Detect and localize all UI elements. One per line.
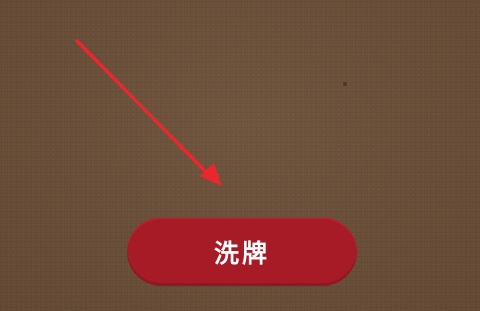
table-speck	[343, 82, 347, 86]
shuffle-button[interactable]: 洗牌	[127, 217, 357, 286]
shuffle-button-label: 洗牌	[213, 238, 270, 268]
